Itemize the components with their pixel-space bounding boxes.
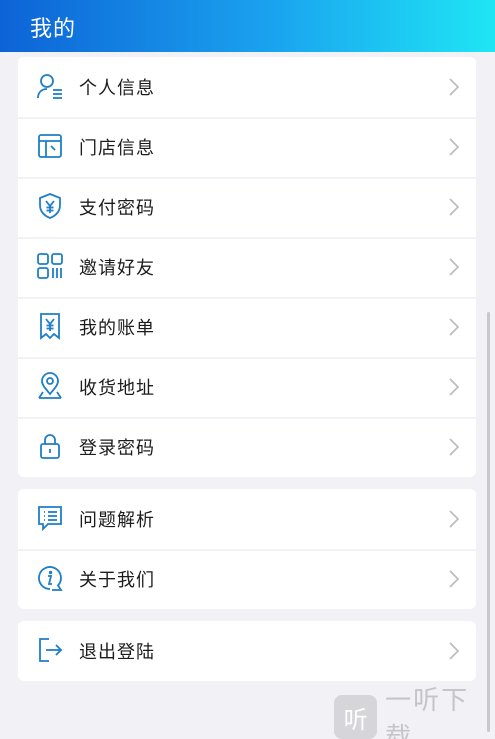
menu-item-label: 问题解析 [79,510,155,531]
menu-item-invite-friends[interactable]: 邀请好友 [18,237,476,297]
chevron-right-icon [448,138,460,156]
header-bar: 我的 [0,0,495,52]
shield-yen-icon [36,192,64,220]
info-icon [36,564,64,592]
menu-item-my-bills[interactable]: 我的账单 [18,297,476,357]
chevron-right-icon [448,378,460,396]
watermark-logo: 听 [334,695,378,739]
logout-icon [36,636,64,664]
menu-item-label: 退出登陆 [79,642,155,663]
menu-group-account: 个人信息 门店信息 支付密码 邀请好友 我的账单 收货地址 登录密码 [18,57,476,477]
menu-item-label: 个人信息 [79,78,155,99]
lock-icon [36,432,64,460]
page-title: 我的 [30,17,77,42]
menu-group-logout: 退出登陆 [18,621,476,681]
watermark-text: 一听下载 [385,686,470,739]
menu-item-payment-password[interactable]: 支付密码 [18,177,476,237]
watermark: 听 一听下载 [334,686,495,739]
menu-item-store-info[interactable]: 门店信息 [18,117,476,177]
menu-item-label: 登录密码 [79,438,155,459]
menu-item-label: 门店信息 [79,138,155,159]
menu-item-label: 支付密码 [79,198,155,219]
location-pin-icon [36,372,64,400]
menu-item-login-password[interactable]: 登录密码 [18,417,476,477]
chevron-right-icon [448,258,460,276]
menu-item-label: 我的账单 [79,318,155,339]
chevron-right-icon [448,78,460,96]
menu-item-label: 关于我们 [79,570,155,591]
menu-item-label: 收货地址 [79,378,155,399]
chevron-right-icon [448,510,460,528]
faq-list-icon [36,504,64,532]
menu-item-personal-info[interactable]: 个人信息 [18,57,476,117]
menu-item-about-us[interactable]: 关于我们 [18,549,476,609]
vertical-scrollbar[interactable] [487,312,490,732]
chevron-right-icon [448,438,460,456]
menu-item-shipping-address[interactable]: 收货地址 [18,357,476,417]
menu-item-label: 邀请好友 [79,258,155,279]
chevron-right-icon [448,198,460,216]
bill-icon [36,312,64,340]
menu-group-help: 问题解析 关于我们 [18,489,476,609]
chevron-right-icon [448,642,460,660]
store-icon [36,132,64,160]
menu-item-faq[interactable]: 问题解析 [18,489,476,549]
chevron-right-icon [448,570,460,588]
menu-item-logout[interactable]: 退出登陆 [18,621,476,681]
qr-code-icon [36,252,64,280]
chevron-right-icon [448,318,460,336]
user-info-icon [36,72,64,100]
